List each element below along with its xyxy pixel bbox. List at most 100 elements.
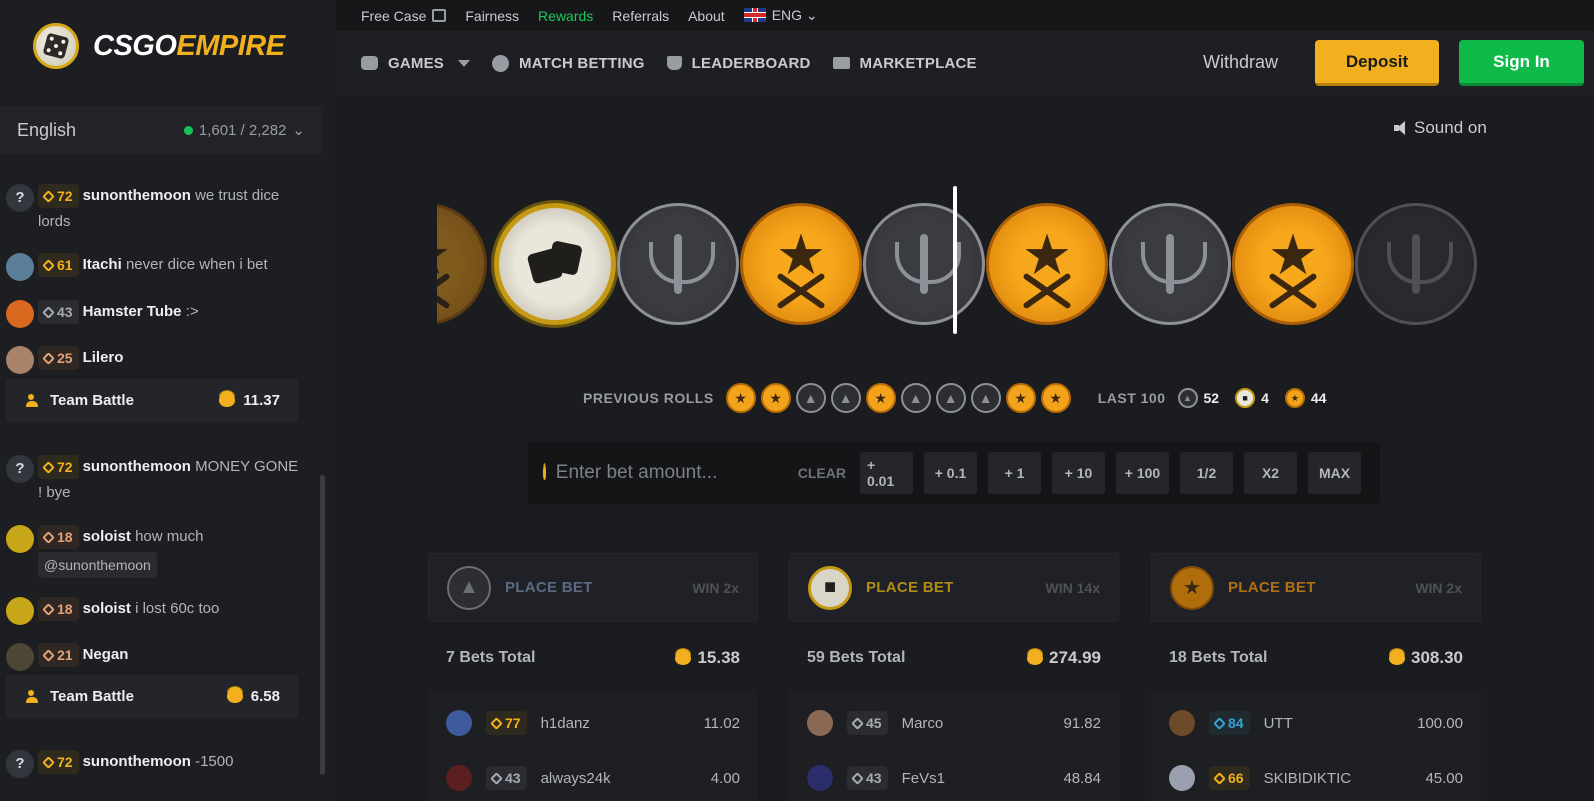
chat-username[interactable]: soloist: [83, 528, 131, 545]
avatar[interactable]: [807, 765, 833, 791]
rank-icon: [42, 351, 55, 365]
bettor-list: 84 UTT 100.00 66 SKIBIDIKTIC 45.00: [1151, 690, 1481, 801]
rewards-link[interactable]: Rewards: [538, 8, 593, 24]
chat-scrollbar[interactable]: [320, 475, 325, 775]
nav-marketplace[interactable]: MARKETPLACE: [832, 55, 977, 72]
roulette-coin-t: ★: [986, 203, 1108, 325]
nav-match-betting[interactable]: MATCH BETTING: [492, 54, 645, 72]
rank-icon: [42, 189, 55, 203]
avatar[interactable]: [1169, 710, 1195, 736]
avatar[interactable]: ?: [6, 455, 34, 483]
chat-message: ? 72 sunonthemoon we trust dice lords: [6, 183, 302, 235]
chat-mention[interactable]: @sunonthemoon: [38, 552, 157, 578]
roll-t-icon: ★: [865, 383, 896, 413]
referrals-link[interactable]: Referrals: [612, 8, 669, 24]
avatar[interactable]: [807, 710, 833, 736]
chat-message: 25 Lilero: [6, 345, 302, 374]
avatar[interactable]: [1169, 765, 1195, 791]
chat-username[interactable]: sunonthemoon: [83, 753, 191, 770]
chat-message: 21 Negan: [6, 642, 302, 671]
withdraw-button[interactable]: Withdraw: [1203, 52, 1278, 73]
team-battle-card[interactable]: Team Battle 6.58: [6, 675, 298, 718]
roulette-marker: [953, 186, 957, 334]
chat-username[interactable]: Hamster Tube: [83, 303, 182, 320]
level-badge: 43: [38, 300, 79, 325]
deposit-button[interactable]: Deposit: [1315, 40, 1439, 86]
avatar[interactable]: [6, 525, 34, 553]
roulette-strip: ★ ★ ★ ★: [437, 190, 1497, 340]
chat-sidebar: CSGOEMPIRE English 1,601 / 2,282 ⌄ ? 72 su…: [0, 0, 336, 801]
previous-rolls-label: PREVIOUS ROLLS: [583, 390, 714, 406]
sound-toggle[interactable]: Sound on: [1394, 118, 1487, 138]
avatar[interactable]: [6, 300, 34, 328]
site-logo[interactable]: CSGOEMPIRE: [33, 22, 285, 70]
language-selector[interactable]: ENG ⌄: [743, 7, 818, 24]
double-button[interactable]: X2: [1244, 452, 1297, 494]
avatar[interactable]: [446, 710, 472, 736]
place-bet-t-button[interactable]: ★ PLACE BET WIN 2x: [1151, 553, 1481, 622]
t-icon: ★: [1170, 565, 1214, 610]
max-button[interactable]: MAX: [1308, 452, 1361, 494]
t-icon: ★: [1284, 388, 1305, 408]
team-icon: [26, 393, 40, 408]
dice-logo-icon: [33, 23, 79, 69]
place-bet-ct-button[interactable]: ▲ PLACE BET WIN 2x: [428, 553, 758, 622]
avatar[interactable]: [6, 597, 34, 625]
avatar[interactable]: [6, 346, 34, 374]
chat-text: :>: [185, 303, 199, 320]
previous-rolls: PREVIOUS ROLLS ★ ★ ▲ ▲ ★ ▲ ▲ ▲ ★ ★ LAST …: [583, 382, 1336, 414]
add-0.1-button[interactable]: + 0.1: [924, 452, 977, 494]
level-badge: 72: [38, 750, 79, 775]
nav-leaderboard[interactable]: LEADERBOARD: [666, 55, 811, 72]
cart-icon: [832, 57, 850, 69]
roulette-coin-ct: [617, 203, 739, 325]
chat-username[interactable]: Itachi: [83, 256, 122, 273]
add-100-button[interactable]: + 100: [1116, 452, 1169, 494]
chat-username[interactable]: soloist: [83, 600, 131, 617]
online-dot-icon: [183, 125, 193, 135]
chat-username[interactable]: Lilero: [83, 349, 124, 366]
coins-icon: [1389, 651, 1405, 665]
nav-games[interactable]: GAMES: [361, 55, 471, 72]
chat-message: 18 soloist i lost 60c too: [6, 596, 302, 625]
roll-t-icon: ★: [725, 383, 756, 413]
chat-messages: ? 72 sunonthemoon we trust dice lords 61 I…: [0, 168, 320, 801]
rank-icon: [42, 602, 55, 616]
place-bet-bonus-button[interactable]: ■ PLACE BET WIN 14x: [789, 553, 1119, 622]
chat-language-selector[interactable]: English 1,601 / 2,282 ⌄: [0, 106, 323, 154]
avatar[interactable]: ?: [6, 184, 34, 212]
bet-amount-input[interactable]: [555, 462, 786, 484]
free-case-link[interactable]: Free Case: [361, 8, 447, 24]
add-10-button[interactable]: + 10: [1052, 452, 1105, 494]
bets-total: 59 Bets Total 274.99: [807, 648, 1101, 667]
team-battle-label: Team Battle: [26, 392, 134, 409]
chat-username[interactable]: sunonthemoon: [83, 458, 191, 475]
last-100-ct: 52: [1203, 390, 1220, 406]
sign-in-button[interactable]: Sign In: [1459, 40, 1584, 86]
chat-username[interactable]: sunonthemoon: [83, 187, 191, 204]
add-1-button[interactable]: + 1: [988, 452, 1041, 494]
level-badge: 43: [847, 766, 888, 790]
last-100-label: LAST 100: [1097, 390, 1166, 406]
add-0.01-button[interactable]: + 0.01: [860, 452, 913, 494]
avatar[interactable]: [6, 253, 34, 281]
fairness-link[interactable]: Fairness: [465, 8, 519, 24]
avatar[interactable]: [6, 643, 34, 671]
chat-username[interactable]: Negan: [83, 646, 129, 663]
roulette-coin-ct: [1109, 203, 1231, 325]
win-multiplier: WIN 2x: [692, 579, 739, 596]
ct-icon: ▲: [447, 565, 491, 610]
half-button[interactable]: 1/2: [1180, 452, 1233, 494]
roll-ct-icon: ▲: [830, 383, 861, 413]
clear-button[interactable]: CLEAR: [798, 465, 846, 481]
avatar[interactable]: [446, 765, 472, 791]
avatar[interactable]: ?: [6, 750, 34, 778]
rank-icon: [42, 755, 55, 769]
roulette-coin-t: ★: [437, 203, 487, 325]
team-battle-card[interactable]: Team Battle 11.37: [6, 379, 298, 422]
chat-message: ? 72 sunonthemoon -1500: [6, 749, 302, 778]
rank-icon: [42, 460, 55, 474]
roulette-coin-ct: [863, 203, 985, 325]
rank-icon: [42, 648, 55, 662]
about-link[interactable]: About: [688, 8, 725, 24]
